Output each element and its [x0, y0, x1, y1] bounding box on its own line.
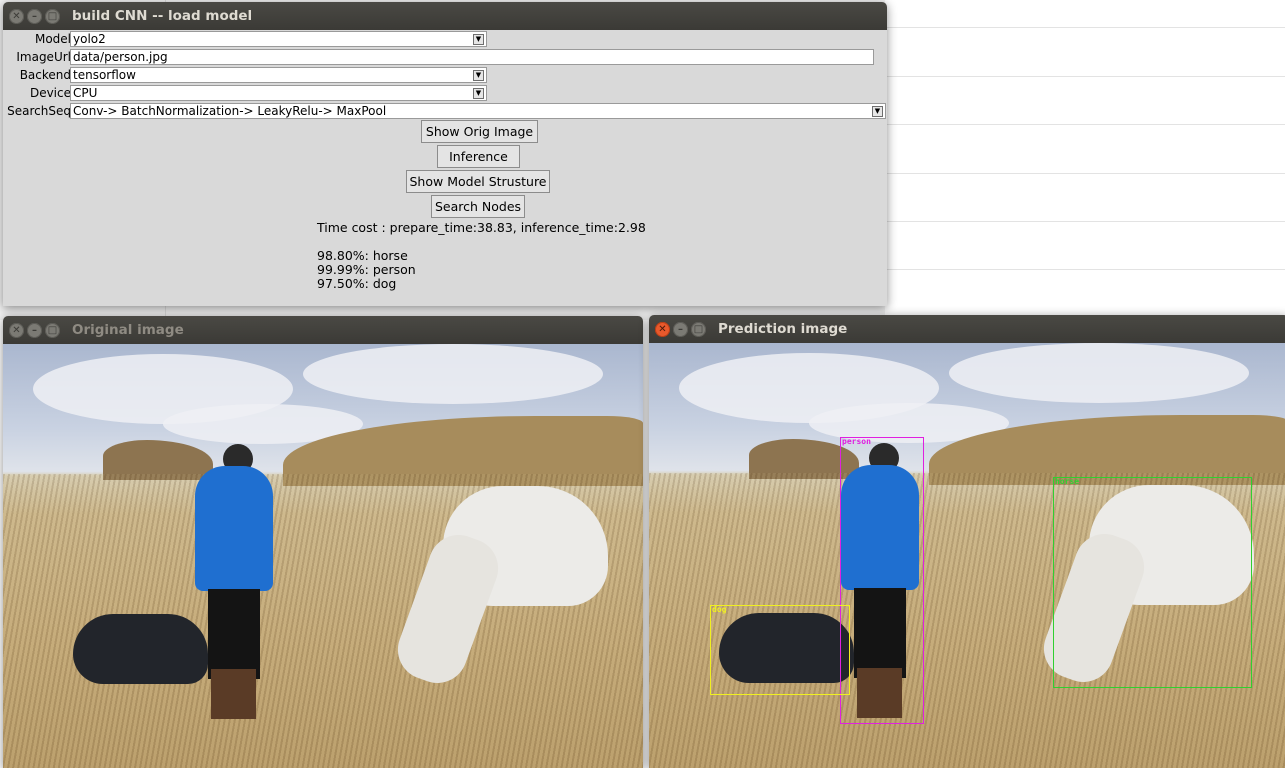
model-select[interactable]: yolo2 ▼	[70, 31, 487, 47]
searchseq-select[interactable]: Conv-> BatchNormalization-> LeakyRelu-> …	[70, 103, 886, 119]
result-line: 97.50%: dog	[317, 276, 397, 291]
window-title: Original image	[72, 322, 184, 338]
window-title: Prediction image	[718, 321, 848, 337]
original-titlebar[interactable]: ✕ – □ Original image	[3, 316, 643, 344]
backend-select[interactable]: tensorflow ▼	[70, 67, 487, 83]
model-value: yolo2	[73, 32, 106, 46]
searchseq-label: SearchSeq	[7, 104, 71, 118]
horse-bounding-box: horse	[1053, 477, 1252, 688]
maximize-icon[interactable]: □	[45, 322, 60, 338]
backend-row: Backend tensorflow ▼	[3, 67, 887, 84]
imageurl-row: ImageUrl data/person.jpg	[3, 49, 887, 66]
minimize-icon[interactable]: –	[27, 322, 42, 338]
imageurl-label: ImageUrl	[16, 50, 71, 64]
control-titlebar[interactable]: ✕ – □ build CNN -- load model	[3, 2, 887, 30]
maximize-icon[interactable]: □	[691, 321, 706, 337]
background-list	[885, 0, 1285, 320]
show-model-structure-button[interactable]: Show Model Strusture	[406, 170, 550, 193]
device-value: CPU	[73, 86, 98, 100]
imageurl-input[interactable]: data/person.jpg	[70, 49, 874, 65]
bbox-label: horse	[1055, 477, 1080, 486]
original-photo	[3, 344, 643, 768]
time-cost-text: Time cost : prepare_time:38.83, inferenc…	[317, 220, 646, 235]
device-row: Device CPU ▼	[3, 85, 887, 102]
device-select[interactable]: CPU ▼	[70, 85, 487, 101]
result-line: 99.99%: person	[317, 262, 416, 277]
dog-bounding-box: dog	[710, 605, 850, 695]
chevron-down-icon[interactable]: ▼	[473, 70, 484, 81]
prediction-image-window: ✕ – □ Prediction image person horse dog	[649, 315, 1285, 768]
model-row: Model yolo2 ▼	[3, 31, 887, 48]
backend-label: Backend	[19, 68, 71, 82]
search-nodes-button[interactable]: Search Nodes	[431, 195, 525, 218]
bbox-label: dog	[712, 605, 727, 614]
imageurl-value: data/person.jpg	[73, 50, 168, 64]
show-orig-image-button[interactable]: Show Orig Image	[421, 120, 538, 143]
bbox-label: person	[842, 437, 871, 446]
prediction-titlebar[interactable]: ✕ – □ Prediction image	[649, 315, 1285, 343]
searchseq-row: SearchSeq Conv-> BatchNormalization-> Le…	[3, 103, 887, 120]
minimize-icon[interactable]: –	[673, 321, 688, 337]
device-label: Device	[29, 86, 71, 100]
close-icon[interactable]: ✕	[9, 322, 24, 338]
inference-button[interactable]: Inference	[437, 145, 520, 168]
maximize-icon[interactable]: □	[45, 8, 60, 24]
minimize-icon[interactable]: –	[27, 8, 42, 24]
model-label: Model	[34, 32, 71, 46]
chevron-down-icon[interactable]: ▼	[473, 34, 484, 45]
original-image-window: ✕ – □ Original image	[3, 316, 643, 768]
result-line: 98.80%: horse	[317, 248, 408, 263]
chevron-down-icon[interactable]: ▼	[872, 106, 883, 117]
prediction-photo: person horse dog	[649, 343, 1285, 768]
chevron-down-icon[interactable]: ▼	[473, 88, 484, 99]
close-icon[interactable]: ✕	[9, 8, 24, 24]
searchseq-value: Conv-> BatchNormalization-> LeakyRelu-> …	[73, 104, 387, 118]
close-icon[interactable]: ✕	[655, 321, 670, 337]
backend-value: tensorflow	[73, 68, 136, 82]
person-bounding-box: person	[840, 437, 924, 724]
window-title: build CNN -- load model	[72, 8, 253, 24]
control-window: ✕ – □ build CNN -- load model Model yolo…	[3, 2, 887, 306]
